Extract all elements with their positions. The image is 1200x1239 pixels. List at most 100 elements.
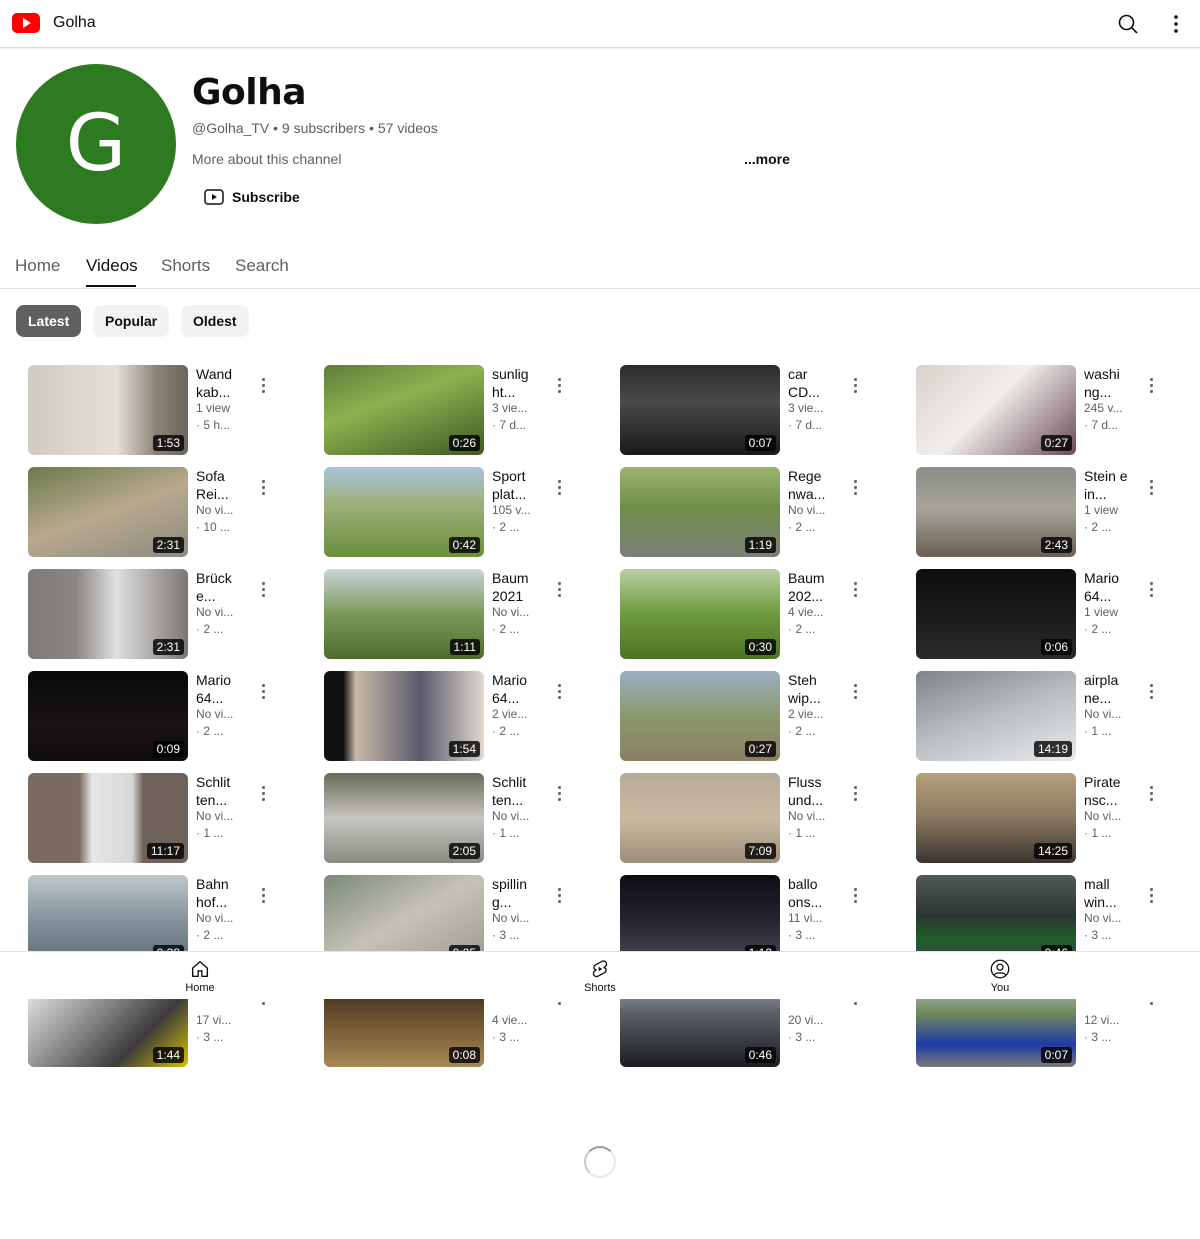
video-thumbnail[interactable]: 0:06 bbox=[916, 569, 1076, 659]
channel-more-link[interactable]: ...more bbox=[744, 151, 790, 167]
video-thumbnail[interactable]: 0:30 bbox=[620, 569, 780, 659]
video-thumbnail[interactable]: 11:17 bbox=[28, 773, 188, 863]
video-title[interactable]: Baum 2021 bbox=[492, 569, 536, 605]
video-menu-icon[interactable] bbox=[1144, 681, 1160, 701]
video-title[interactable]: Wand kab... bbox=[196, 365, 240, 401]
video-thumbnail[interactable]: 0:09 bbox=[28, 671, 188, 761]
video-thumbnail[interactable]: 0:26 bbox=[324, 365, 484, 455]
video-title[interactable]: washi ng... bbox=[1084, 365, 1128, 401]
video-item[interactable]: 7:09 Fluss und... No vi... · 1 ... bbox=[620, 773, 880, 865]
tab-videos[interactable]: Videos bbox=[86, 256, 138, 276]
video-menu-icon[interactable] bbox=[256, 579, 272, 599]
chip-oldest[interactable]: Oldest bbox=[181, 305, 249, 337]
video-item[interactable]: 0:30 Baum 202... 4 vie... · 2 ... bbox=[620, 569, 880, 661]
video-item[interactable]: 0:07 car CD... 3 vie... · 7 d... bbox=[620, 365, 880, 457]
video-menu-icon[interactable] bbox=[1144, 579, 1160, 599]
video-thumbnail[interactable]: 1:53 bbox=[28, 365, 188, 455]
video-item[interactable]: 2:43 Stein e in... 1 view · 2 ... bbox=[916, 467, 1176, 559]
video-title[interactable]: Pirate nsc... bbox=[1084, 773, 1128, 809]
video-title[interactable]: Steh wip... bbox=[788, 671, 832, 707]
channel-about-link[interactable]: More about this channel bbox=[192, 151, 341, 167]
search-icon[interactable] bbox=[1116, 12, 1140, 36]
video-menu-icon[interactable] bbox=[848, 885, 864, 905]
video-thumbnail[interactable]: 1:19 bbox=[620, 467, 780, 557]
video-thumbnail[interactable]: 0:27 bbox=[916, 365, 1076, 455]
tab-home[interactable]: Home bbox=[15, 256, 60, 276]
video-menu-icon[interactable] bbox=[552, 885, 568, 905]
chip-latest[interactable]: Latest bbox=[16, 305, 82, 337]
video-item[interactable]: 14:25 Pirate nsc... No vi... · 1 ... bbox=[916, 773, 1176, 865]
video-item[interactable]: 0:09 Mario 64... No vi... · 2 ... bbox=[28, 671, 288, 763]
video-menu-icon[interactable] bbox=[552, 783, 568, 803]
video-menu-icon[interactable] bbox=[552, 375, 568, 395]
video-item[interactable]: 2:05 Schlit ten... No vi... · 1 ... bbox=[324, 773, 584, 865]
video-title[interactable]: car CD... bbox=[788, 365, 832, 401]
video-thumbnail[interactable]: 0:42 bbox=[324, 467, 484, 557]
video-title[interactable]: Schlit ten... bbox=[492, 773, 536, 809]
video-title[interactable]: sunlig ht... bbox=[492, 365, 536, 401]
subscribe-button[interactable]: Subscribe bbox=[196, 182, 308, 212]
video-menu-icon[interactable] bbox=[848, 579, 864, 599]
video-title[interactable]: Brück e... bbox=[196, 569, 240, 605]
video-thumbnail[interactable]: 14:19 bbox=[916, 671, 1076, 761]
video-menu-icon[interactable] bbox=[1144, 375, 1160, 395]
video-menu-icon[interactable] bbox=[256, 783, 272, 803]
video-thumbnail[interactable]: 14:25 bbox=[916, 773, 1076, 863]
video-item[interactable]: 0:26 sunlig ht... 3 vie... · 7 d... bbox=[324, 365, 584, 457]
video-title[interactable]: Bahn hof... bbox=[196, 875, 240, 911]
tab-shorts[interactable]: Shorts bbox=[161, 256, 210, 276]
video-title[interactable]: mall win... bbox=[1084, 875, 1128, 911]
video-title[interactable]: Sport plat... bbox=[492, 467, 536, 503]
video-menu-icon[interactable] bbox=[256, 375, 272, 395]
video-item[interactable]: 0:06 Mario 64... 1 view · 2 ... bbox=[916, 569, 1176, 661]
video-title[interactable]: Stein e in... bbox=[1084, 467, 1128, 503]
video-item[interactable]: 1:11 Baum 2021 No vi... · 2 ... bbox=[324, 569, 584, 661]
video-thumbnail[interactable]: 2:31 bbox=[28, 467, 188, 557]
video-menu-icon[interactable] bbox=[256, 477, 272, 497]
bottom-nav-shorts[interactable]: Shorts bbox=[560, 958, 640, 994]
video-thumbnail[interactable]: 2:31 bbox=[28, 569, 188, 659]
video-title[interactable]: Mario 64... bbox=[492, 671, 536, 707]
video-thumbnail[interactable]: 2:05 bbox=[324, 773, 484, 863]
video-title[interactable]: Mario 64... bbox=[1084, 569, 1128, 605]
more-vert-icon[interactable] bbox=[1164, 12, 1188, 36]
video-item[interactable]: 11:17 Schlit ten... No vi... · 1 ... bbox=[28, 773, 288, 865]
video-menu-icon[interactable] bbox=[1144, 477, 1160, 497]
video-thumbnail[interactable]: 2:43 bbox=[916, 467, 1076, 557]
video-title[interactable]: Rege nwa... bbox=[788, 467, 832, 503]
video-title[interactable]: Fluss und... bbox=[788, 773, 832, 809]
video-item[interactable]: 2:31 Brück e... No vi... · 2 ... bbox=[28, 569, 288, 661]
video-thumbnail[interactable]: 1:11 bbox=[324, 569, 484, 659]
bottom-nav-you[interactable]: You bbox=[960, 958, 1040, 994]
video-menu-icon[interactable] bbox=[848, 681, 864, 701]
video-item[interactable]: 14:19 airpla ne... No vi... · 1 ... bbox=[916, 671, 1176, 763]
video-menu-icon[interactable] bbox=[256, 681, 272, 701]
video-menu-icon[interactable] bbox=[552, 477, 568, 497]
video-item[interactable]: 0:27 washi ng... 245 v... · 7 d... bbox=[916, 365, 1176, 457]
video-item[interactable]: 1:19 Rege nwa... No vi... · 2 ... bbox=[620, 467, 880, 559]
youtube-logo-icon[interactable] bbox=[12, 13, 40, 33]
video-item[interactable]: 1:53 Wand kab... 1 view · 5 h... bbox=[28, 365, 288, 457]
bottom-nav-home[interactable]: Home bbox=[160, 958, 240, 994]
video-thumbnail[interactable]: 0:27 bbox=[620, 671, 780, 761]
video-title[interactable]: ballo ons... bbox=[788, 875, 832, 911]
video-menu-icon[interactable] bbox=[1144, 783, 1160, 803]
video-menu-icon[interactable] bbox=[256, 885, 272, 905]
video-menu-icon[interactable] bbox=[552, 579, 568, 599]
video-menu-icon[interactable] bbox=[848, 783, 864, 803]
video-title[interactable]: Mario 64... bbox=[196, 671, 240, 707]
video-item[interactable]: 0:42 Sport plat... 105 v... · 2 ... bbox=[324, 467, 584, 559]
video-menu-icon[interactable] bbox=[848, 375, 864, 395]
video-menu-icon[interactable] bbox=[1144, 885, 1160, 905]
tab-search[interactable]: Search bbox=[235, 256, 289, 276]
video-title[interactable]: Sofa Rei... bbox=[196, 467, 240, 503]
video-item[interactable]: 0:27 Steh wip... 2 vie... · 2 ... bbox=[620, 671, 880, 763]
video-thumbnail[interactable]: 0:07 bbox=[620, 365, 780, 455]
video-title[interactable]: spillin g... bbox=[492, 875, 536, 911]
video-thumbnail[interactable]: 7:09 bbox=[620, 773, 780, 863]
chip-popular[interactable]: Popular bbox=[93, 305, 170, 337]
video-item[interactable]: 2:31 Sofa Rei... No vi... · 10 ... bbox=[28, 467, 288, 559]
video-menu-icon[interactable] bbox=[552, 681, 568, 701]
video-title[interactable]: Schlit ten... bbox=[196, 773, 240, 809]
video-item[interactable]: 1:54 Mario 64... 2 vie... · 2 ... bbox=[324, 671, 584, 763]
